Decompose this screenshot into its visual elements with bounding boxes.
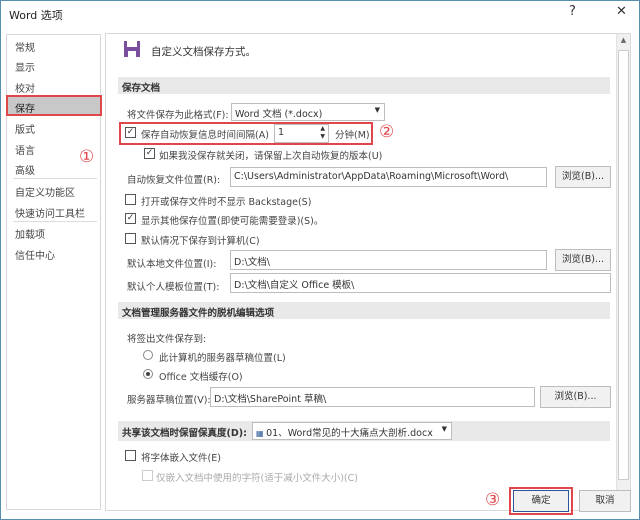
sidebar-item-trust-center[interactable]: 信任中心: [15, 247, 55, 262]
local-path-label: 默认本地文件位置(I):: [127, 259, 217, 270]
browse-drafts-button[interactable]: 浏览(B)...: [540, 386, 611, 408]
browse-autorecover-button[interactable]: 浏览(B)...: [555, 166, 611, 188]
format-label: 将文件保存为此格式(F):: [127, 110, 229, 121]
dialog-title: Word 选项: [9, 9, 63, 22]
format-value: Word 文档 (*.docx): [235, 109, 323, 120]
fidelity-document-value: 01、Word常见的十大痛点大剖析.docx: [266, 428, 433, 439]
embed-fonts-label: 将字体嵌入文件(E): [141, 453, 221, 464]
sidebar-item-general[interactable]: 常规: [15, 39, 35, 54]
format-select[interactable]: Word 文档 (*.docx) ▼: [231, 103, 385, 121]
close-button[interactable]: ✕: [616, 4, 627, 19]
browse-local-button[interactable]: 浏览(B)...: [555, 249, 611, 271]
section-save-documents: 保存文档: [118, 77, 610, 94]
autorecover-path-label: 自动恢复文件位置(R):: [127, 175, 221, 186]
drafts-path-input[interactable]: D:\文档\SharePoint 草稿\: [210, 387, 535, 407]
word-document-icon: ▦: [256, 429, 267, 438]
checkout-label: 将签出文件保存到:: [127, 334, 207, 345]
keep-last-checkbox[interactable]: ✓: [144, 148, 155, 159]
step-1-marker: ①: [79, 147, 95, 167]
sidebar-item-proofing[interactable]: 校对: [15, 80, 35, 95]
minutes-label: 分钟(M): [335, 130, 370, 141]
no-backstage-label: 打开或保存文件时不显示 Backstage(S): [141, 197, 312, 208]
sidebar-item-quick-access[interactable]: 快速访问工具栏: [15, 205, 85, 220]
main-panel: 自定义文档保存方式。 保存文档 将文件保存为此格式(F): Word 文档 (*…: [105, 33, 631, 511]
scrollbar-thumb[interactable]: [618, 50, 629, 480]
embed-used-label: 仅嵌入文档中使用的字符(适于减小文件大小)(C): [156, 473, 358, 484]
chevron-down-icon: ▼: [374, 106, 380, 114]
show-other-checkbox[interactable]: ✓: [125, 213, 136, 224]
divider: [13, 221, 97, 222]
section-offline-editing: 文档管理服务器文件的脱机编辑选项: [118, 302, 610, 319]
server-drafts-radio[interactable]: [143, 350, 153, 360]
template-path-label: 默认个人模板位置(T):: [127, 282, 220, 293]
chevron-down-icon: ▼: [441, 425, 447, 433]
sidebar: 常规 显示 校对 保存 版式 语言 高级 自定义功能区 快速访问工具栏 加载项 …: [6, 34, 102, 510]
save-computer-checkbox[interactable]: [125, 233, 136, 244]
drafts-path-label: 服务器草稿位置(V):: [127, 395, 211, 406]
sidebar-item-advanced[interactable]: 高级: [15, 162, 35, 177]
no-backstage-checkbox[interactable]: [125, 194, 136, 205]
show-other-label: 显示其他保存位置(即使可能需要登录)(S)。: [141, 216, 324, 227]
divider: [13, 178, 97, 179]
autorecover-path-input[interactable]: C:\Users\Administrator\AppData\Roaming\M…: [230, 167, 547, 187]
sidebar-item-layout[interactable]: 版式: [15, 121, 35, 136]
save-computer-label: 默认情况下保存到计算机(C): [141, 236, 260, 247]
server-drafts-radio-label: 此计算机的服务器草稿位置(L): [159, 353, 286, 364]
cancel-button[interactable]: 取消: [579, 490, 631, 512]
local-path-input[interactable]: D:\文档\: [230, 250, 547, 270]
sidebar-item-customize-ribbon[interactable]: 自定义功能区: [15, 184, 75, 199]
spinner-arrows-icon[interactable]: ▲ ▼: [320, 125, 325, 141]
minutes-value: 1: [278, 127, 285, 138]
embed-fonts-checkbox[interactable]: [125, 450, 136, 461]
sidebar-item-language[interactable]: 语言: [15, 142, 35, 157]
scrollbar[interactable]: ▲ ▼: [616, 34, 630, 510]
embed-used-checkbox[interactable]: [142, 470, 153, 481]
step-2-marker: ②: [379, 122, 395, 142]
office-cache-radio-label: Office 文档缓存(O): [159, 372, 243, 383]
header-text: 自定义文档保存方式。: [151, 46, 256, 58]
word-options-dialog: Word 选项 ? ✕ 常规 显示 校对 保存 版式 语言 高级 自定义功能区 …: [0, 0, 640, 520]
sidebar-item-addins[interactable]: 加载项: [15, 226, 45, 241]
autorecover-label: 保存自动恢复信息时间间隔(A): [141, 130, 269, 141]
autorecover-minutes-spinner[interactable]: 1 ▲ ▼: [274, 124, 329, 143]
step-3-marker: ③: [485, 490, 501, 510]
keep-last-label: 如果我没保存就关闭，请保留上次自动恢复的版本(U): [159, 151, 383, 162]
ok-button[interactable]: 确定: [513, 490, 569, 512]
help-button[interactable]: ?: [569, 4, 576, 19]
office-cache-radio[interactable]: [143, 369, 153, 379]
autorecover-checkbox[interactable]: ✓: [125, 127, 136, 138]
scroll-up-icon[interactable]: ▲: [618, 36, 629, 44]
sidebar-item-display[interactable]: 显示: [15, 59, 35, 74]
fidelity-document-select[interactable]: ▦ 01、Word常见的十大痛点大剖析.docx ▼: [252, 422, 452, 440]
floppy-disk-icon: [124, 41, 140, 57]
sidebar-item-save[interactable]: 保存: [15, 100, 35, 115]
template-path-input[interactable]: D:\文档\自定义 Office 模板\: [230, 273, 611, 293]
